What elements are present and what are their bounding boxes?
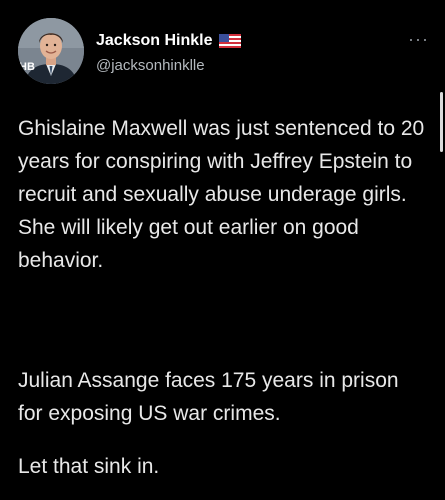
avatar[interactable]: HB [18,18,84,84]
tweet-paragraph-2: Julian Assange faces 175 years in prison… [18,369,399,425]
avatar-badge: HB [19,61,35,73]
tweet-paragraph-1: Ghislaine Maxwell was just sentenced to … [18,117,425,272]
us-flag-icon [218,34,241,48]
author-display-name[interactable]: Jackson Hinkle [96,32,213,50]
author-name-row[interactable]: Jackson Hinkle [96,32,241,50]
more-options-icon[interactable]: ··· [408,30,429,48]
tweet[interactable]: HB Jackson Hinkle @jacksonhinklle ··· Gh… [0,0,445,500]
scrollbar-thumb[interactable] [440,92,443,152]
avatar-image: HB [18,18,84,84]
author-handle[interactable]: @jacksonhinklle [96,57,205,74]
tweet-paragraph-3: Let that sink in. [18,455,160,478]
